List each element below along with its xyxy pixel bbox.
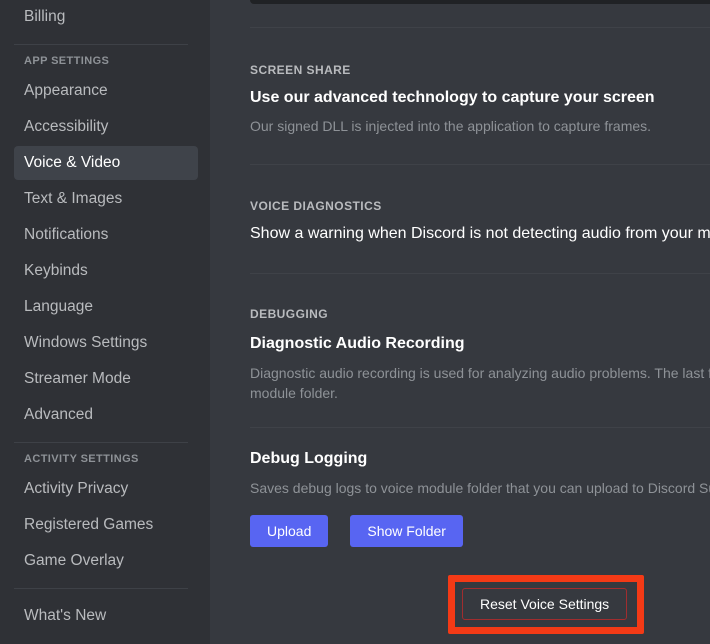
debug-logging-title: Debug Logging xyxy=(250,450,368,467)
sidebar-item-label: Game Overlay xyxy=(24,552,124,570)
reset-voice-settings-wrapper: Reset Voice Settings xyxy=(462,588,628,620)
sidebar-item-advanced[interactable]: Advanced xyxy=(14,398,198,432)
sidebar-item-label: Registered Games xyxy=(24,516,154,534)
sidebar-item-text-and-images[interactable]: Text & Images xyxy=(14,182,198,216)
sidebar-item-label: Voice & Video xyxy=(24,154,121,172)
sidebar-item-whats-new[interactable]: What's New xyxy=(14,599,198,633)
debug-logging-description: Saves debug logs to voice module folder … xyxy=(250,480,710,496)
voice-and-video-settings-panel: SCREEN SHARE Use our advanced technology… xyxy=(210,0,710,644)
sidebar-item-voice-and-video[interactable]: Voice & Video xyxy=(14,146,198,180)
show-folder-button[interactable]: Show Folder xyxy=(350,515,463,547)
diagnostic-audio-recording-description-line1: Diagnostic audio recording is used for a… xyxy=(250,365,710,381)
diagnostic-audio-recording-title: Diagnostic Audio Recording xyxy=(250,335,465,352)
sidebar-item-label: Streamer Mode xyxy=(24,370,131,388)
sidebar-item-streamer-mode[interactable]: Streamer Mode xyxy=(14,362,198,396)
screen-share-label: SCREEN SHARE xyxy=(250,63,351,77)
sidebar-divider-2 xyxy=(14,442,188,443)
sidebar-item-label: Advanced xyxy=(24,406,93,424)
sidebar-category-activity-settings: ACTIVITY SETTINGS xyxy=(24,453,139,465)
sidebar-item-accessibility[interactable]: Accessibility xyxy=(14,110,198,144)
sidebar-item-notifications[interactable]: Notifications xyxy=(14,218,198,252)
screen-share-title: Use our advanced technology to capture y… xyxy=(250,89,655,106)
sidebar-item-label: What's New xyxy=(24,607,107,625)
voice-diagnostics-section: VOICE DIAGNOSTICS Show a warning when Di… xyxy=(250,199,710,243)
sidebar-item-label: Accessibility xyxy=(24,118,109,136)
clipped-control-above[interactable] xyxy=(250,0,710,4)
sidebar-item-label: Appearance xyxy=(24,82,108,100)
settings-window: Billing APP SETTINGS Appearance Accessib… xyxy=(0,0,710,644)
sidebar-item-label: Notifications xyxy=(24,226,109,244)
sidebar-item-appearance[interactable]: Appearance xyxy=(14,74,198,108)
debug-logging-button-row: Upload Show Folder xyxy=(250,515,710,547)
sidebar-item-keybinds[interactable]: Keybinds xyxy=(14,254,198,288)
sidebar-item-hypesquad[interactable]: HypeSquad xyxy=(14,635,198,644)
voice-diagnostics-title: Show a warning when Discord is not detec… xyxy=(250,225,710,242)
divider-above-voice-diagnostics xyxy=(250,164,710,165)
sidebar-category-app-settings: APP SETTINGS xyxy=(24,55,110,67)
divider-above-screen-share xyxy=(250,27,710,28)
sidebar-item-label: Keybinds xyxy=(24,262,88,280)
voice-diagnostics-label: VOICE DIAGNOSTICS xyxy=(250,199,382,213)
diagnostic-audio-recording-description-line2: module folder. xyxy=(250,385,338,401)
debugging-section: DEBUGGING Diagnostic Audio Recording Dia… xyxy=(250,307,710,547)
settings-sidebar: Billing APP SETTINGS Appearance Accessib… xyxy=(0,0,210,644)
sidebar-item-label: Billing xyxy=(24,8,66,26)
reset-voice-settings-button[interactable]: Reset Voice Settings xyxy=(462,588,628,620)
divider-above-debug-logging xyxy=(250,427,710,428)
sidebar-item-windows-settings[interactable]: Windows Settings xyxy=(14,326,198,360)
sidebar-item-activity-privacy[interactable]: Activity Privacy xyxy=(14,472,198,506)
sidebar-item-game-overlay[interactable]: Game Overlay xyxy=(14,544,198,578)
sidebar-item-label: Windows Settings xyxy=(24,334,148,352)
sidebar-item-billing[interactable]: Billing xyxy=(14,0,198,34)
sidebar-divider-3 xyxy=(14,588,188,589)
sidebar-item-registered-games[interactable]: Registered Games xyxy=(14,508,198,542)
sidebar-item-label: Text & Images xyxy=(24,190,123,208)
sidebar-item-label: Activity Privacy xyxy=(24,480,129,498)
divider-above-debugging xyxy=(250,273,710,274)
debugging-label: DEBUGGING xyxy=(250,307,329,321)
sidebar-item-language[interactable]: Language xyxy=(14,290,198,324)
screen-share-section: SCREEN SHARE Use our advanced technology… xyxy=(250,63,710,136)
screen-share-description: Our signed DLL is injected into the appl… xyxy=(250,118,652,134)
sidebar-divider-1 xyxy=(14,44,188,45)
sidebar-item-label: Language xyxy=(24,298,93,316)
upload-button[interactable]: Upload xyxy=(250,515,329,547)
